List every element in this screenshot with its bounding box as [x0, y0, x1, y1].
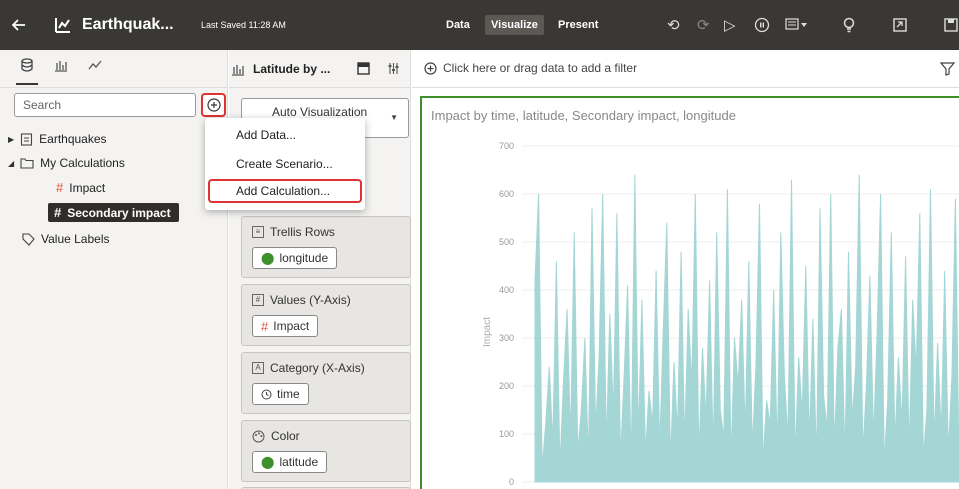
y-tick-label: 400: [499, 285, 514, 295]
values-axis-icon: #: [252, 294, 264, 306]
layout-icon[interactable]: [357, 62, 370, 75]
workbook-title[interactable]: Earthquak...: [82, 0, 174, 50]
export-icon[interactable]: [893, 0, 907, 50]
trellis-rows-well[interactable]: ≡ Trellis Rows ⬤ longitude: [241, 216, 411, 278]
collapse-triangle-icon[interactable]: ◢: [8, 159, 14, 168]
grammar-panel: Latitude by ... Auto Visualization ▼ ≡ T…: [229, 50, 411, 489]
y-tick-label: 0: [509, 477, 514, 487]
filter-settings-icon[interactable]: [940, 61, 956, 77]
top-bar: Earthquak... Last Saved 11:28 AM Data Vi…: [0, 0, 959, 50]
menu-item-add-calculation[interactable]: Add Calculation...: [208, 179, 362, 203]
pill-label: longitude: [279, 251, 329, 265]
analytics-tab-icon[interactable]: [88, 58, 102, 75]
impact-area-series[interactable]: [534, 174, 959, 483]
category-x-axis-well[interactable]: A Category (X-Axis) time: [241, 352, 411, 414]
values-y-axis-well[interactable]: # Values (Y-Axis) # Impact: [241, 284, 411, 346]
clock-icon: [261, 389, 272, 399]
tab-data[interactable]: Data: [440, 15, 476, 35]
menu-item-add-data[interactable]: Add Data...: [205, 123, 365, 147]
viz-name[interactable]: Latitude by ...: [253, 62, 330, 76]
pill-label: Impact: [273, 319, 310, 333]
well-title: Trellis Rows: [270, 225, 335, 239]
tree-item-value-labels[interactable]: Value Labels: [22, 232, 110, 246]
add-context-menu: Add Data... Create Scenario... Add Calcu…: [205, 118, 365, 210]
play-icon[interactable]: ▷: [724, 0, 736, 50]
undo-icon[interactable]: ⟲: [667, 0, 680, 50]
measure-hash-icon: #: [261, 318, 269, 334]
well-title: Category (X-Axis): [270, 361, 365, 375]
properties-icon[interactable]: [387, 62, 400, 75]
data-panel: Search ▶ Earthquakes ◢ My Calculations #…: [0, 50, 228, 489]
expand-triangle-icon[interactable]: ▶: [8, 135, 14, 144]
viz-header: Latitude by ...: [229, 50, 411, 88]
save-icon[interactable]: [944, 0, 958, 50]
y-tick-label: 600: [499, 189, 514, 199]
tree-item-earthquakes[interactable]: ▶ Earthquakes: [8, 132, 107, 146]
pill-label: latitude: [279, 455, 319, 469]
y-tick-label: 100: [499, 429, 514, 439]
y-tick-label: 300: [499, 333, 514, 343]
visualizations-tab-icon[interactable]: [54, 58, 68, 75]
data-tab-icon[interactable]: [16, 58, 38, 85]
area-chart: 0 100 200 300 400 500 600 700 Impact: [482, 141, 959, 487]
well-title: Color: [271, 429, 300, 443]
y-axis-label: Impact: [482, 317, 493, 347]
last-saved-text: Last Saved 11:28 AM: [201, 20, 286, 30]
category-axis-icon: A: [252, 362, 264, 374]
menu-item-create-scenario[interactable]: Create Scenario...: [205, 152, 365, 176]
y-tick-label: 700: [499, 141, 514, 151]
folder-icon: [20, 158, 34, 169]
visualization-canvas[interactable]: Impact by time, latitude, Secondary impa…: [420, 96, 959, 489]
tag-icon: [22, 232, 35, 246]
measure-hash-icon: #: [56, 180, 64, 195]
tree-label: My Calculations: [40, 156, 125, 170]
pill-impact[interactable]: # Impact: [252, 315, 319, 337]
data-panel-tabs: [0, 50, 228, 88]
redo-icon[interactable]: ⟳: [697, 0, 710, 50]
viz-type-label: Auto Visualization: [272, 105, 368, 119]
plus-circle-icon: [206, 98, 221, 112]
tab-present[interactable]: Present: [552, 15, 604, 35]
search-input[interactable]: Search: [14, 93, 196, 117]
workbook-icon: [54, 0, 72, 50]
dropdown-arrow-icon: ▼: [390, 113, 398, 122]
back-arrow-icon[interactable]: [12, 0, 26, 50]
dataset-icon: [21, 132, 33, 146]
location-pin-icon: ⬤: [261, 251, 275, 265]
tree-item-my-calculations[interactable]: ◢ My Calculations: [8, 156, 125, 170]
location-pin-icon: ⬤: [261, 455, 275, 469]
y-tick-label: 200: [499, 381, 514, 391]
tree-item-impact[interactable]: # Impact: [56, 180, 105, 195]
bar-chart-icon: [232, 65, 244, 76]
auto-apply-icon[interactable]: [754, 0, 770, 50]
tree-label: Impact: [69, 180, 106, 195]
filter-bar[interactable]: Click here or drag data to add a filter: [412, 50, 959, 88]
tree-label: Value Labels: [41, 232, 110, 246]
pill-time[interactable]: time: [252, 383, 309, 405]
pill-label: time: [277, 387, 300, 401]
lightbulb-icon[interactable]: [843, 0, 855, 50]
tree-label: Earthquakes: [39, 132, 107, 146]
pill-longitude[interactable]: ⬤ longitude: [252, 247, 338, 269]
tree-label: Secondary impact: [67, 205, 171, 220]
color-palette-icon: [252, 430, 265, 442]
y-tick-label: 500: [499, 237, 514, 247]
tab-visualize[interactable]: Visualize: [485, 15, 544, 35]
filter-prompt: Click here or drag data to add a filter: [443, 61, 638, 75]
measure-hash-icon: #: [54, 205, 62, 220]
add-button[interactable]: [201, 93, 226, 117]
color-well[interactable]: Color ⬤ latitude: [241, 420, 411, 482]
tree-item-secondary-impact[interactable]: # Secondary impact: [48, 203, 179, 222]
trellis-rows-icon: ≡: [252, 226, 264, 238]
well-title: Values (Y-Axis): [270, 293, 351, 307]
add-filter-icon: [424, 62, 437, 75]
comment-icon[interactable]: [785, 0, 809, 50]
pill-latitude[interactable]: ⬤ latitude: [252, 451, 328, 473]
